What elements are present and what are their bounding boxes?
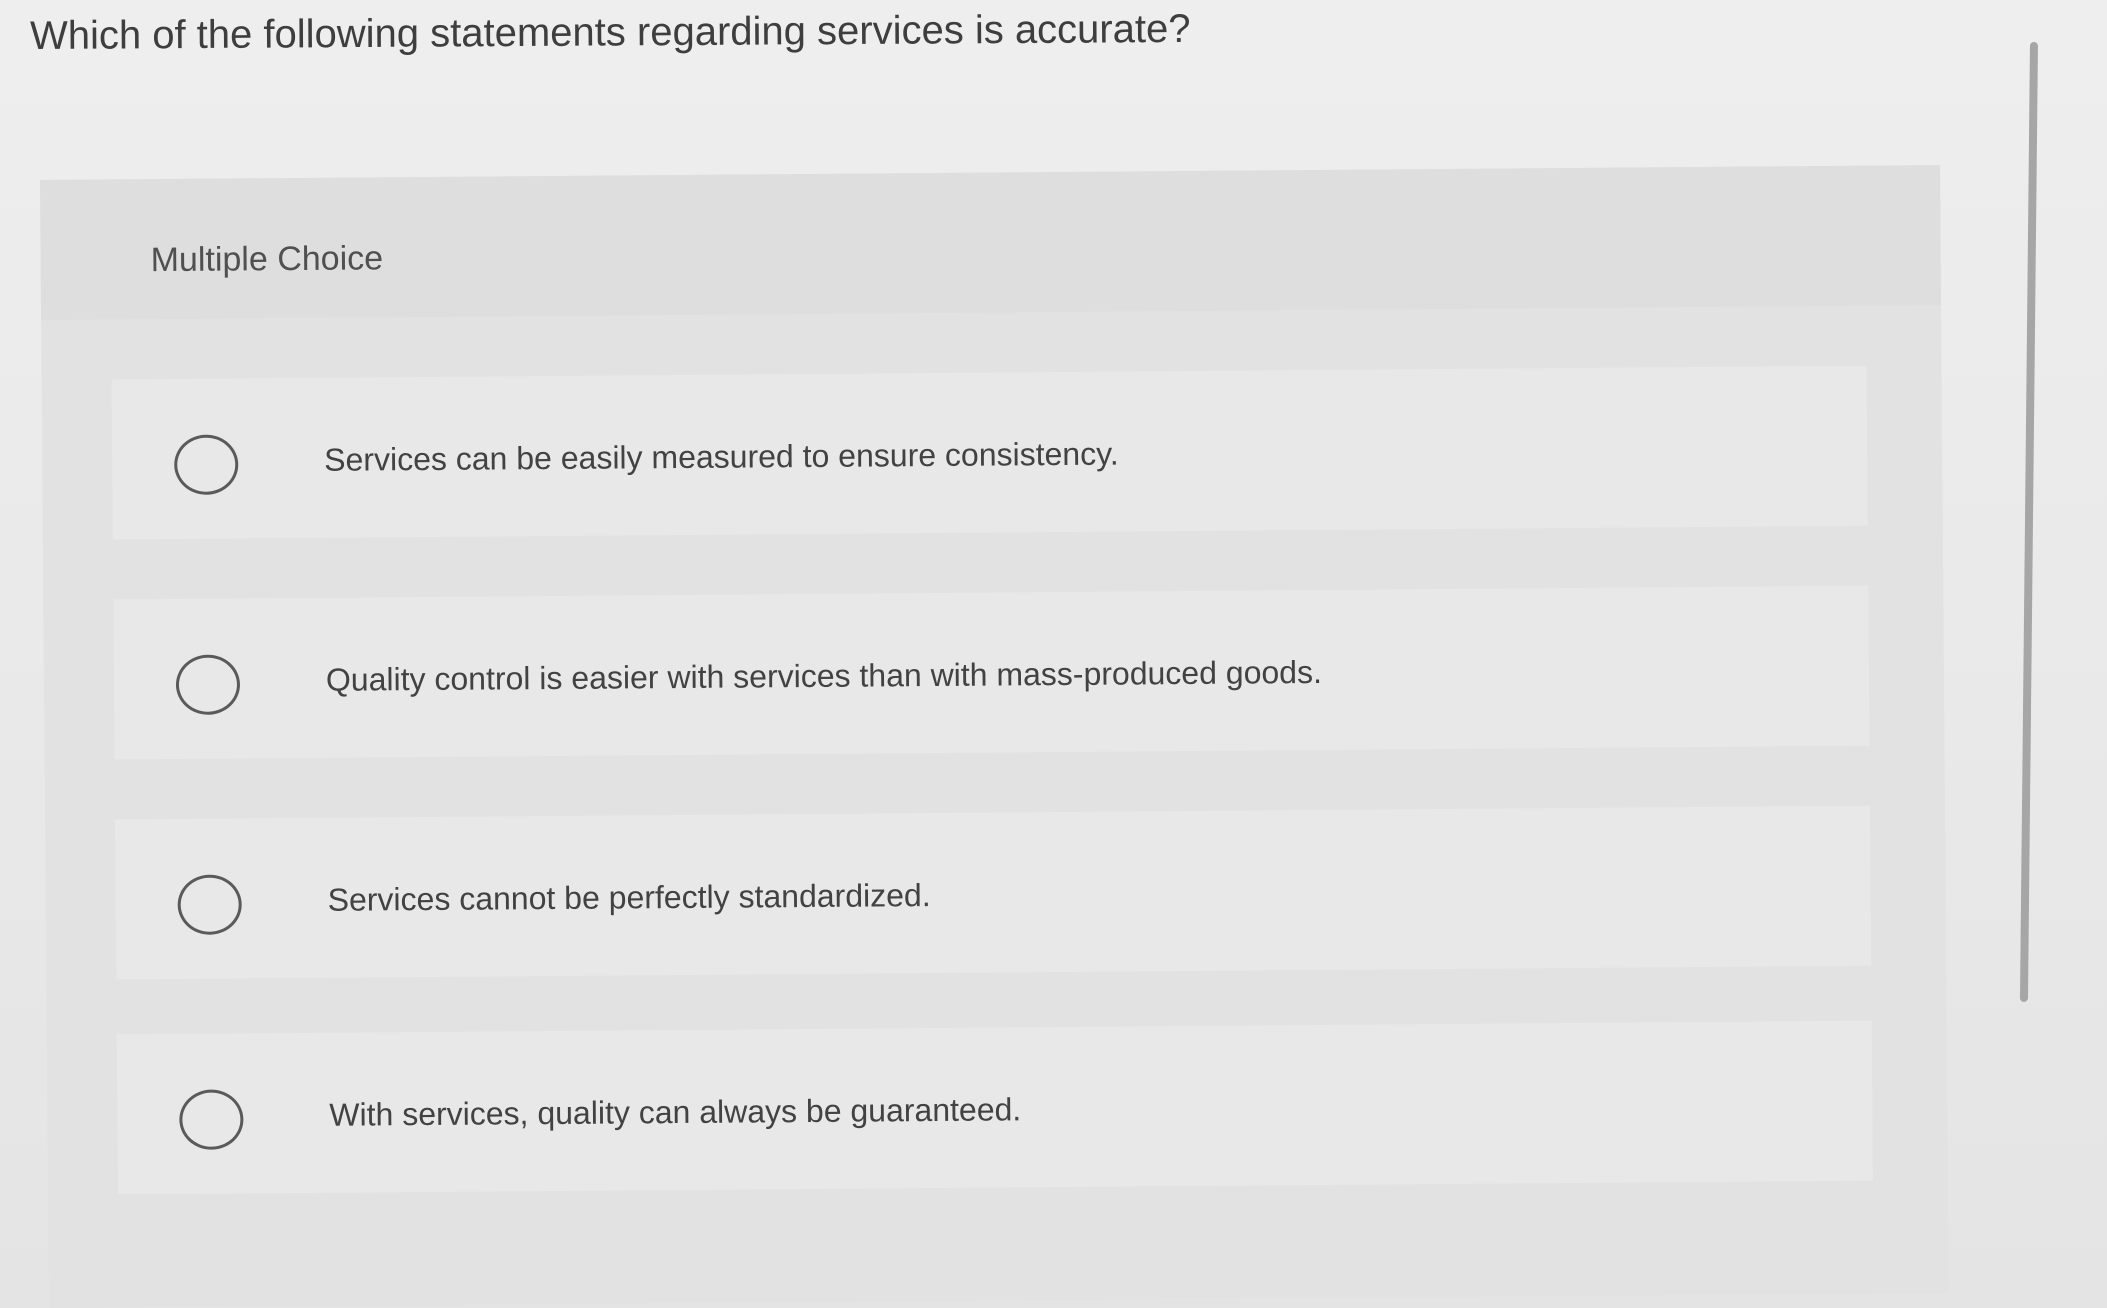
- choice-option-3[interactable]: Services cannot be perfectly standardize…: [115, 805, 1872, 980]
- vertical-scrollbar[interactable]: [2019, 41, 2038, 1002]
- choice-text-2[interactable]: Quality control is easier with services …: [326, 654, 1322, 699]
- question-type-label: Multiple Choice: [150, 239, 384, 280]
- answer-panel: Multiple Choice Services can be easily m…: [40, 165, 1949, 1308]
- choice-option-1[interactable]: Services can be easily measured to ensur…: [111, 365, 1868, 540]
- radio-button-1[interactable]: [174, 434, 239, 495]
- choice-option-4[interactable]: With services, quality can always be gua…: [116, 1020, 1873, 1195]
- radio-button-3[interactable]: [177, 874, 242, 935]
- answer-panel-header: Multiple Choice: [40, 165, 1942, 320]
- choice-text-3[interactable]: Services cannot be perfectly standardize…: [328, 877, 931, 919]
- radio-button-4[interactable]: [179, 1089, 244, 1150]
- choice-text-1[interactable]: Services can be easily measured to ensur…: [324, 436, 1119, 479]
- choice-option-2[interactable]: Quality control is easier with services …: [113, 585, 1870, 760]
- question-text: Which of the following statements regard…: [29, 6, 1191, 58]
- radio-button-2[interactable]: [175, 654, 241, 715]
- choice-text-4[interactable]: With services, quality can always be gua…: [329, 1091, 1021, 1133]
